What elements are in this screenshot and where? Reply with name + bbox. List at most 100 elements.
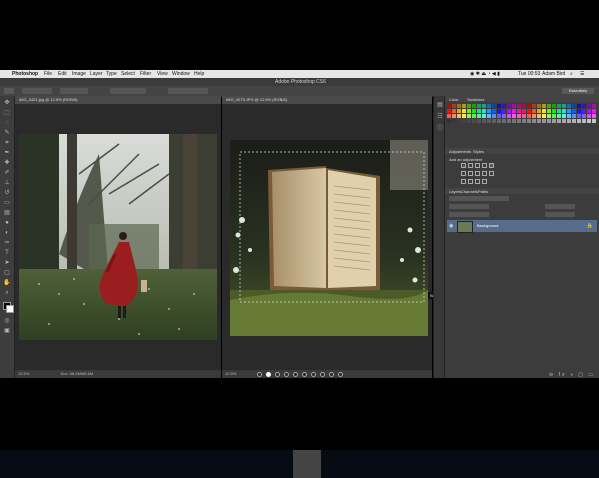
canvas-photo-book[interactable]: [230, 140, 428, 336]
page-dot[interactable]: [329, 372, 334, 377]
swatch-71[interactable]: [502, 114, 506, 118]
swatch-70[interactable]: [497, 114, 501, 118]
tool-preset-picker[interactable]: [4, 88, 14, 94]
swatch-62[interactable]: [457, 114, 461, 118]
swatch-36[interactable]: [477, 109, 481, 113]
zoom-level-1[interactable]: 12.5%: [18, 371, 29, 376]
swatch-105[interactable]: [522, 119, 526, 123]
swatch-14[interactable]: [517, 104, 521, 108]
swatch-54[interactable]: [567, 109, 571, 113]
swatch-74[interactable]: [517, 114, 521, 118]
info-panel-icon[interactable]: ⓘ: [436, 126, 444, 132]
swatch-65[interactable]: [472, 114, 476, 118]
black-white-icon[interactable]: [475, 171, 480, 176]
document-window-2[interactable]: IMG_4073.JPG @ 12.5% (RGB/8) 12.5%: [222, 96, 466, 378]
quick-select-icon[interactable]: ✎: [3, 130, 11, 136]
swatch-85[interactable]: [572, 114, 576, 118]
swatch-61[interactable]: [452, 114, 456, 118]
swatch-33[interactable]: [462, 109, 466, 113]
swatch-48[interactable]: [537, 109, 541, 113]
swatch-26[interactable]: [577, 104, 581, 108]
history-brush-icon[interactable]: ↺: [3, 190, 11, 196]
levels-icon[interactable]: [468, 163, 473, 168]
path-select-icon[interactable]: ➤: [3, 260, 11, 266]
swatch-102[interactable]: [507, 119, 511, 123]
swatch-115[interactable]: [572, 119, 576, 123]
layer-name[interactable]: Background: [477, 223, 498, 228]
photo-filter-icon[interactable]: [482, 171, 487, 176]
document-window-1[interactable]: IMG_3421.jpg @ 12.5% (RGB/8) 12.5% Doc: …: [15, 96, 221, 378]
swatch-37[interactable]: [482, 109, 486, 113]
swatch-31[interactable]: [452, 109, 456, 113]
swatches-grid[interactable]: [447, 104, 597, 126]
menu-select[interactable]: Select: [121, 70, 135, 78]
tab-paths[interactable]: Paths: [478, 189, 488, 194]
tab-layers[interactable]: Layers: [449, 189, 461, 194]
swatch-111[interactable]: [552, 119, 556, 123]
crop-tool-icon[interactable]: ⌗: [3, 140, 11, 146]
fill-field[interactable]: [545, 212, 575, 217]
swatch-109[interactable]: [542, 119, 546, 123]
canvas-photo-woman[interactable]: [19, 134, 217, 340]
swatch-84[interactable]: [567, 114, 571, 118]
swatch-94[interactable]: [467, 119, 471, 123]
swatch-57[interactable]: [582, 109, 586, 113]
swatch-9[interactable]: [492, 104, 496, 108]
swatch-118[interactable]: [587, 119, 591, 123]
doc-size-1[interactable]: Doc: 68.6M/68.6M: [60, 371, 93, 376]
layer-row-background[interactable]: ◉ Background 🔒: [447, 220, 597, 233]
layer-actions-bar[interactable]: ⊖ fx ◑ ▢ ▭ ⊕ 🗑: [549, 372, 599, 378]
menu-image[interactable]: Image: [72, 70, 86, 78]
swatch-68[interactable]: [487, 114, 491, 118]
swatch-80[interactable]: [547, 114, 551, 118]
menu-app-name[interactable]: Photoshop: [12, 70, 38, 78]
shape-tool-icon[interactable]: ▢: [3, 270, 11, 276]
swatch-45[interactable]: [522, 109, 526, 113]
swatch-77[interactable]: [532, 114, 536, 118]
swatch-8[interactable]: [487, 104, 491, 108]
menu-layer[interactable]: Layer: [90, 70, 103, 78]
swatch-4[interactable]: [467, 104, 471, 108]
swatch-44[interactable]: [517, 109, 521, 113]
swatch-17[interactable]: [532, 104, 536, 108]
eyedropper-icon[interactable]: ✒: [3, 150, 11, 156]
swatch-92[interactable]: [457, 119, 461, 123]
swatch-67[interactable]: [482, 114, 486, 118]
swatch-21[interactable]: [552, 104, 556, 108]
lock-buttons[interactable]: [449, 212, 489, 217]
hand-tool-icon[interactable]: ✋: [3, 280, 11, 286]
swatch-60[interactable]: [447, 114, 451, 118]
swatch-88[interactable]: [587, 114, 591, 118]
swatch-24[interactable]: [567, 104, 571, 108]
swatch-3[interactable]: [462, 104, 466, 108]
selection-mode-buttons[interactable]: [22, 88, 52, 94]
list-icon[interactable]: ☰: [580, 70, 584, 78]
menu-edit[interactable]: Edit: [58, 70, 67, 78]
tab-styles[interactable]: Styles: [473, 149, 484, 154]
swatch-51[interactable]: [552, 109, 556, 113]
tab-color[interactable]: Color: [449, 97, 459, 102]
zoom-tool-icon[interactable]: ⌕: [3, 290, 11, 296]
blend-mode-select[interactable]: [449, 204, 489, 209]
gradient-icon[interactable]: ▤: [3, 210, 11, 216]
swatch-56[interactable]: [577, 109, 581, 113]
swatch-69[interactable]: [492, 114, 496, 118]
properties-panel-icon[interactable]: ☷: [436, 114, 444, 120]
swatch-97[interactable]: [482, 119, 486, 123]
threshold-icon[interactable]: [475, 179, 480, 184]
swatch-27[interactable]: [582, 104, 586, 108]
channel-mixer-icon[interactable]: [489, 171, 494, 176]
gradient-map-icon[interactable]: [482, 179, 487, 184]
menu-view[interactable]: View: [157, 70, 168, 78]
swatch-58[interactable]: [587, 109, 591, 113]
brightness-contrast-icon[interactable]: ☼: [461, 163, 466, 168]
swatch-40[interactable]: [497, 109, 501, 113]
menu-filter[interactable]: Filter: [140, 70, 151, 78]
swatch-52[interactable]: [557, 109, 561, 113]
swatch-53[interactable]: [562, 109, 566, 113]
swatch-82[interactable]: [557, 114, 561, 118]
feather-field[interactable]: [60, 88, 88, 94]
screen-mode-icon[interactable]: ▣: [3, 328, 11, 334]
tab-channels[interactable]: Channels: [461, 189, 478, 194]
swatch-19[interactable]: [542, 104, 546, 108]
